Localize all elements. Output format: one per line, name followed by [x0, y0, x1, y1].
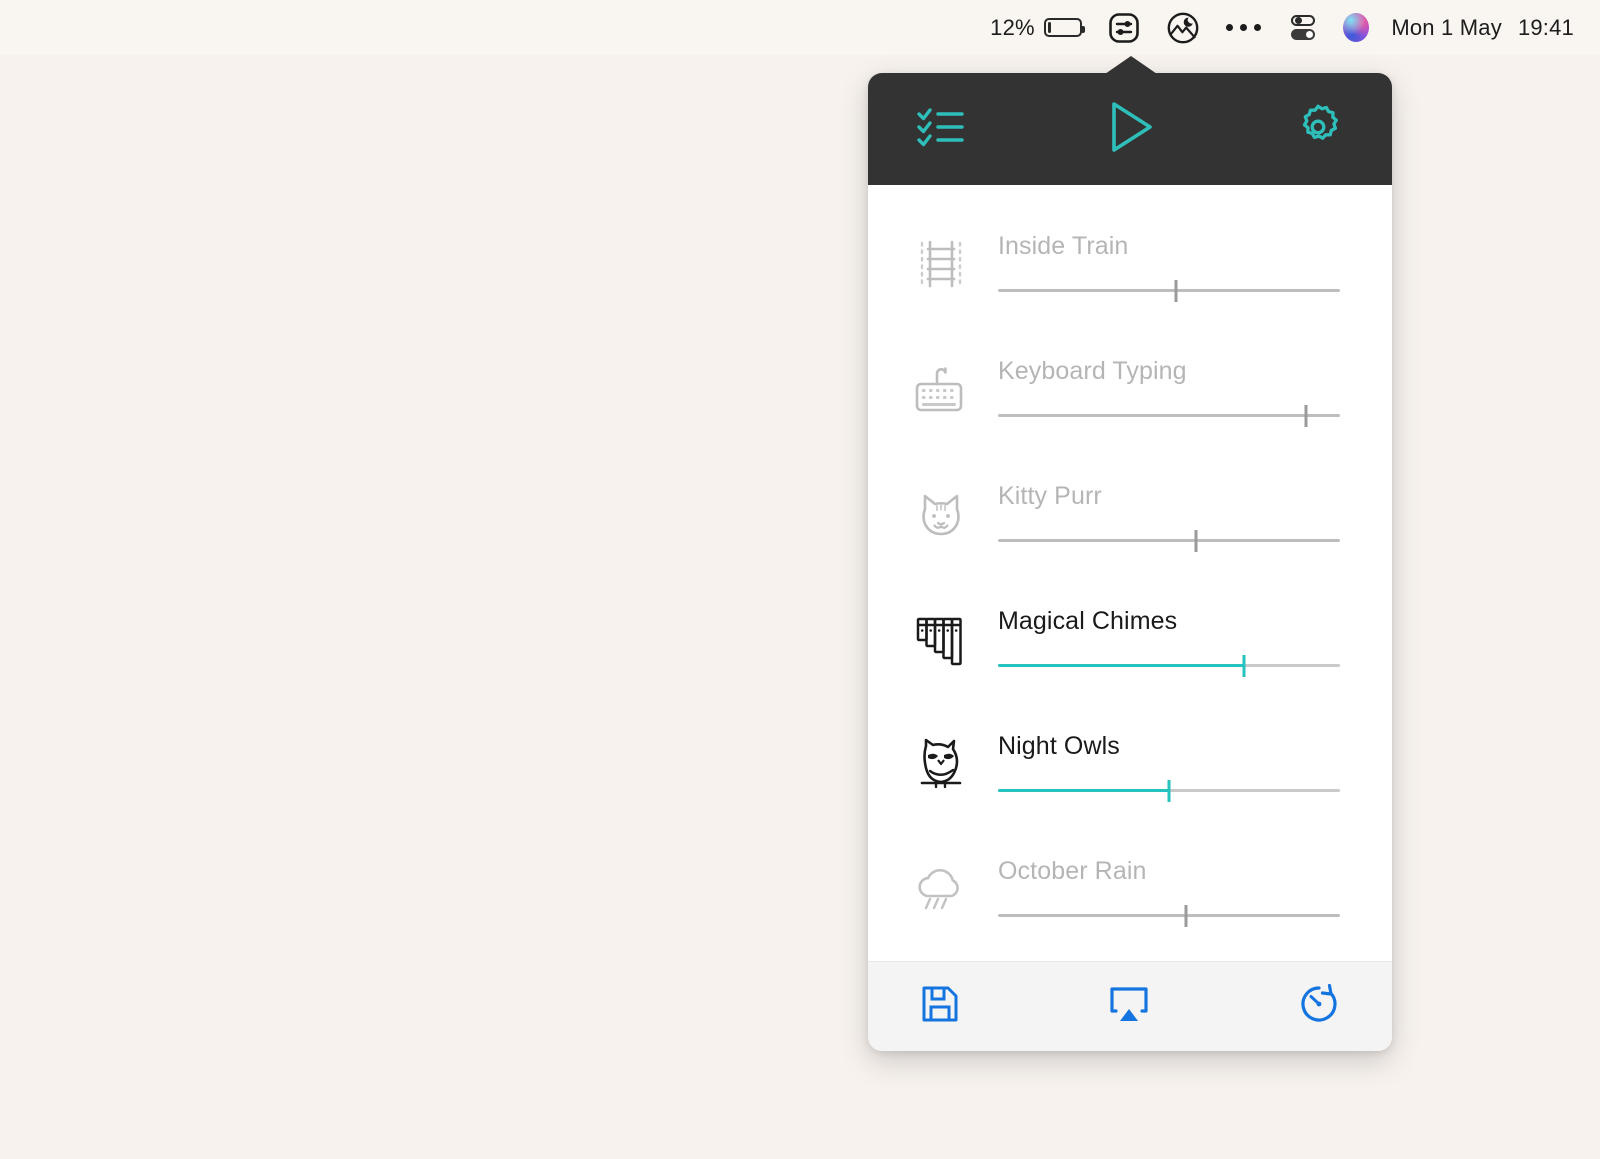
rain-cloud-icon[interactable] [912, 858, 970, 920]
sliders-in-rounded-square-icon[interactable] [1108, 12, 1140, 44]
slider-track [998, 413, 1340, 417]
sound-row-kitty-purr[interactable]: Kitty Purr [868, 451, 1392, 576]
menubar-date: Mon 1 May [1391, 14, 1502, 40]
cat-face-icon[interactable] [912, 483, 970, 545]
slider-thumb[interactable] [1194, 529, 1198, 552]
railroad-tracks-icon[interactable] [912, 233, 970, 295]
gear-icon [1292, 101, 1344, 158]
slider-thumb[interactable] [1174, 279, 1178, 302]
volume-slider[interactable] [998, 279, 1340, 302]
panel-footer [868, 961, 1392, 1051]
sound-row-night-owls[interactable]: Night Owls [868, 701, 1392, 826]
sound-row-keyboard-typing[interactable]: Keyboard Typing [868, 326, 1392, 451]
slider-fill [998, 663, 1245, 667]
clock[interactable]: Mon 1 May 19:41 [1391, 15, 1574, 41]
sound-row-magical-chimes[interactable]: Magical Chimes [868, 576, 1392, 701]
settings-button[interactable] [1292, 101, 1344, 158]
slider-track [998, 538, 1340, 542]
checklist-icon [916, 103, 970, 156]
volume-slider[interactable] [998, 654, 1340, 677]
airplay-icon [1108, 984, 1150, 1029]
play-button[interactable] [1105, 99, 1157, 160]
sound-name: Kitty Purr [998, 481, 1102, 510]
noise-app-popover: Inside Train Keyboard Typing Kitty Purr … [868, 56, 1392, 1051]
battery-status-item[interactable]: 12% [990, 0, 1108, 55]
sound-name: Magical Chimes [998, 606, 1178, 635]
volume-slider[interactable] [998, 779, 1340, 802]
floppy-disk-save-icon [920, 984, 960, 1029]
volume-slider[interactable] [998, 904, 1340, 927]
sound-name: Night Owls [998, 731, 1120, 760]
save-preset-button[interactable] [920, 984, 960, 1029]
control-center-toggles-icon[interactable] [1289, 14, 1317, 42]
volume-slider[interactable] [998, 404, 1340, 427]
airplay-button[interactable] [1108, 984, 1150, 1029]
slider-thumb[interactable] [1304, 404, 1308, 427]
sound-name: October Rain [998, 856, 1147, 885]
popover-caret [1105, 56, 1157, 74]
slider-track [998, 288, 1340, 292]
slider-track [998, 913, 1340, 917]
moon-over-mountains-icon[interactable] [1166, 11, 1200, 45]
slider-thumb[interactable] [1242, 654, 1246, 677]
keyboard-icon[interactable] [912, 358, 970, 420]
sound-name: Keyboard Typing [998, 356, 1187, 385]
battery-percent-label: 12% [990, 14, 1035, 40]
slider-thumb[interactable] [1167, 779, 1171, 802]
timer-button[interactable] [1298, 983, 1340, 1030]
menu-bar: 12% Mon 1 May 19:41 [0, 0, 1600, 55]
presets-button[interactable] [916, 103, 970, 156]
panel-header [868, 73, 1392, 185]
pan-flute-icon[interactable] [912, 608, 970, 670]
siri-orb-icon[interactable] [1343, 13, 1370, 42]
sound-name: Inside Train [998, 231, 1129, 260]
sound-row-october-rain[interactable]: October Rain [868, 826, 1392, 951]
owl-icon[interactable] [912, 733, 970, 795]
battery-low-icon [1043, 18, 1086, 37]
volume-slider[interactable] [998, 529, 1340, 552]
slider-thumb[interactable] [1184, 904, 1188, 927]
sound-list: Inside Train Keyboard Typing Kitty Purr … [868, 185, 1392, 961]
play-triangle-icon [1105, 99, 1157, 160]
slider-fill [998, 788, 1169, 792]
timer-icon [1298, 983, 1340, 1030]
three-dots-icon[interactable] [1225, 23, 1262, 32]
menubar-time: 19:41 [1517, 14, 1574, 40]
sound-row-inside-train[interactable]: Inside Train [868, 201, 1392, 326]
